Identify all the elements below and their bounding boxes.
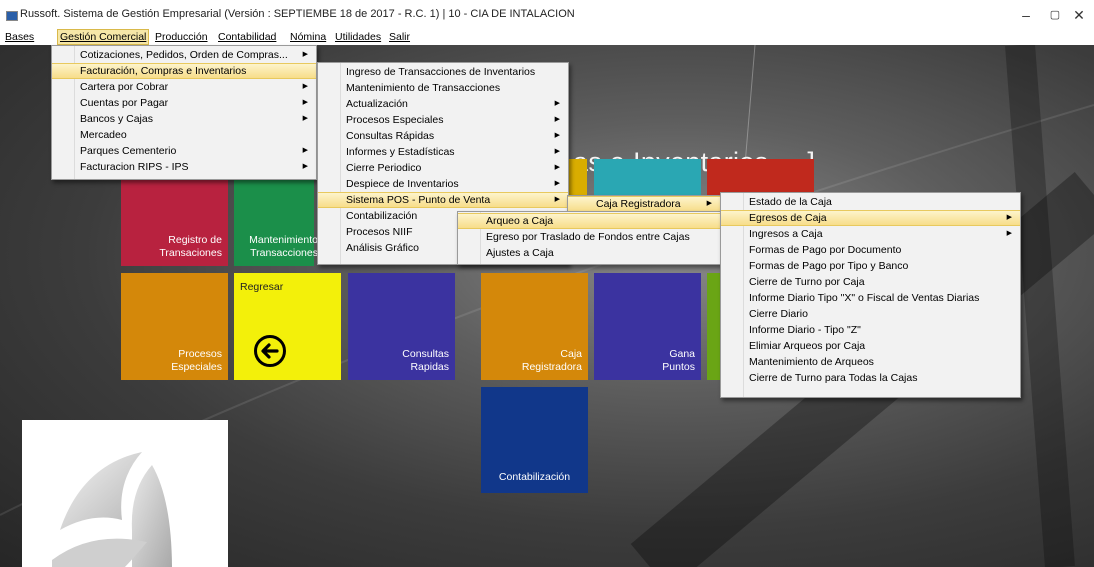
submenu-arrow-icon: ▶ [1006, 230, 1012, 237]
menu-item-formas-pago-tipo-banco[interactable]: Formas de Pago por Tipo y Banco [721, 258, 1020, 274]
menu-utilidades[interactable]: Utilidades [335, 31, 381, 43]
menu-bar: Bases Gestión Comercial Producción Conta… [0, 29, 1094, 45]
submenu-arrow-icon: ▶ [554, 116, 560, 123]
tile-registro-label: Registro de Transaciones [159, 234, 222, 259]
menu-item-consultas-rapidas[interactable]: Consultas Rápidas ▶ [318, 128, 568, 144]
menu-item-bancos-cajas[interactable]: Bancos y Cajas ▶ [52, 111, 316, 127]
menu-item-mantenimiento-transacciones[interactable]: Mantenimiento de Transacciones [318, 80, 568, 96]
submenu-arrow-icon: ▶ [554, 164, 560, 171]
menu-item-informe-diario-z[interactable]: Informe Diario - Tipo "Z" [721, 322, 1020, 338]
window-title: Russoft. Sistema de Gestión Empresarial … [20, 8, 575, 20]
submenu-arrow-icon: ▶ [554, 100, 560, 107]
menu-item-caja-registradora[interactable]: Caja Registradora ▶ [568, 196, 720, 212]
tile-contabilizacion[interactable]: Contabilización [481, 387, 588, 493]
menu-gestion-comercial-dropdown: Cotizaciones, Pedidos, Orden de Compras.… [51, 45, 317, 180]
tile-procesos-label: Procesos Especiales [171, 348, 222, 373]
tile-caja-registradora[interactable]: Caja Registradora [481, 273, 588, 380]
submenu-arrow-icon: ▶ [1006, 214, 1012, 221]
submenu-arrow-icon: ▶ [302, 115, 308, 122]
logo-graphic [52, 452, 172, 567]
menu-item-procesos-especiales[interactable]: Procesos Especiales ▶ [318, 112, 568, 128]
menu-item-facturacion-rips[interactable]: Facturacion RIPS - IPS ▶ [52, 159, 316, 175]
menu-item-actualizacion[interactable]: Actualización ▶ [318, 96, 568, 112]
close-button[interactable]: ✕ [1064, 6, 1094, 24]
menu-nomina[interactable]: Nómina [290, 31, 326, 43]
tile-mantenimiento-transacciones[interactable]: Mantenimiento Transacciones [234, 180, 318, 266]
tile-gana-puntos[interactable]: Gana Puntos [594, 273, 701, 380]
tile-registro-transacciones[interactable]: Registro de Transaciones [121, 180, 228, 266]
menu-item-informes-estadisticas[interactable]: Informes y Estadísticas ▶ [318, 144, 568, 160]
tile-consultas-label: Consultas Rapidas [402, 348, 449, 373]
menu-produccion[interactable]: Producción [155, 31, 208, 43]
tile-regresar-label: Regresar [240, 281, 284, 293]
submenu-arrow-icon: ▶ [554, 180, 560, 187]
menu-item-ingreso-transacciones[interactable]: Ingreso de Transacciones de Inventarios [318, 64, 568, 80]
menu-item-cierre-turno-todas[interactable]: Cierre de Turno para Todas la Cajas [721, 370, 1020, 386]
menu-contabilidad[interactable]: Contabilidad [218, 31, 276, 43]
tile-gana-label: Gana Puntos [662, 348, 695, 373]
app-icon [6, 11, 18, 21]
menu-item-eliminar-arqueos[interactable]: Elimiar Arqueos por Caja [721, 338, 1020, 354]
menu-item-facturacion-compras[interactable]: Facturación, Compras e Inventarios [52, 63, 316, 79]
menu-item-cotizaciones[interactable]: Cotizaciones, Pedidos, Orden de Compras.… [52, 47, 316, 63]
menu-item-ingresos-caja[interactable]: Ingresos a Caja ▶ [721, 226, 1020, 242]
menu-item-egresos-caja[interactable]: Egresos de Caja ▶ [721, 210, 1020, 226]
menu-item-cierre-diario[interactable]: Cierre Diario [721, 306, 1020, 322]
title-bar: Russoft. Sistema de Gestión Empresarial … [0, 0, 1094, 30]
submenu-arrow-icon: ▶ [554, 132, 560, 139]
submenu-arrow-icon: ▶ [302, 83, 308, 90]
menu-item-estado-caja[interactable]: Estado de la Caja [721, 194, 1020, 210]
menu-item-egreso-traslado[interactable]: Egreso por Traslado de Fondos entre Caja… [458, 229, 720, 245]
menu-item-mercadeo[interactable]: Mercadeo [52, 127, 316, 143]
minimize-button[interactable]: – [1011, 6, 1041, 24]
submenu-arrow-icon: ▶ [302, 99, 308, 106]
tile-contabilizacion-label: Contabilización [498, 471, 571, 483]
menu-item-mantenimiento-arqueos[interactable]: Mantenimiento de Arqueos [721, 354, 1020, 370]
submenu-arrow-icon: ▶ [554, 196, 560, 203]
menu-caja-dropdown: Estado de la Caja Egresos de Caja ▶ Ingre… [720, 192, 1021, 398]
menu-item-cartera-cobrar[interactable]: Cartera por Cobrar ▶ [52, 79, 316, 95]
menu-arqueo-dropdown: Arqueo a Caja Egreso por Traslado de Fon… [457, 211, 721, 265]
menu-bases[interactable]: Bases [5, 31, 34, 43]
menu-gestion-comercial[interactable]: Gestión Comercial [57, 29, 150, 45]
submenu-arrow-icon: ▶ [554, 148, 560, 155]
menu-item-cierre-turno-caja[interactable]: Cierre de Turno por Caja [721, 274, 1020, 290]
tile-procesos-especiales[interactable]: Procesos Especiales [121, 273, 228, 380]
menu-item-cuentas-pagar[interactable]: Cuentas por Pagar ▶ [52, 95, 316, 111]
menu-item-sistema-pos[interactable]: Sistema POS - Punto de Venta ▶ [318, 192, 568, 208]
tile-regresar[interactable]: Regresar [234, 273, 341, 380]
menu-item-informe-diario-x[interactable]: Informe Diario Tipo "X" o Fiscal de Vent… [721, 290, 1020, 306]
menu-item-parques-cementerio[interactable]: Parques Cementerio ▶ [52, 143, 316, 159]
menu-item-cierre-periodico[interactable]: Cierre Periodico ▶ [318, 160, 568, 176]
submenu-arrow-icon: ▶ [706, 200, 712, 207]
tile-mantenimiento-label: Mantenimiento Transacciones [249, 234, 318, 259]
back-arrow-icon [254, 335, 286, 367]
menu-item-ajustes-caja[interactable]: Ajustes a Caja [458, 245, 720, 261]
submenu-arrow-icon: ▶ [302, 163, 308, 170]
company-logo [22, 420, 228, 567]
menu-item-despiece-inventarios[interactable]: Despiece de Inventarios ▶ [318, 176, 568, 192]
submenu-arrow-icon: ▶ [302, 147, 308, 154]
menu-item-arqueo-caja[interactable]: Arqueo a Caja [458, 213, 720, 229]
tile-consultas-rapidas[interactable]: Consultas Rapidas [348, 273, 455, 380]
tile-caja-label: Caja Registradora [521, 348, 582, 373]
menu-salir[interactable]: Salir [389, 31, 410, 43]
menu-item-formas-pago-documento[interactable]: Formas de Pago por Documento [721, 242, 1020, 258]
submenu-arrow-icon: ▶ [302, 51, 308, 58]
